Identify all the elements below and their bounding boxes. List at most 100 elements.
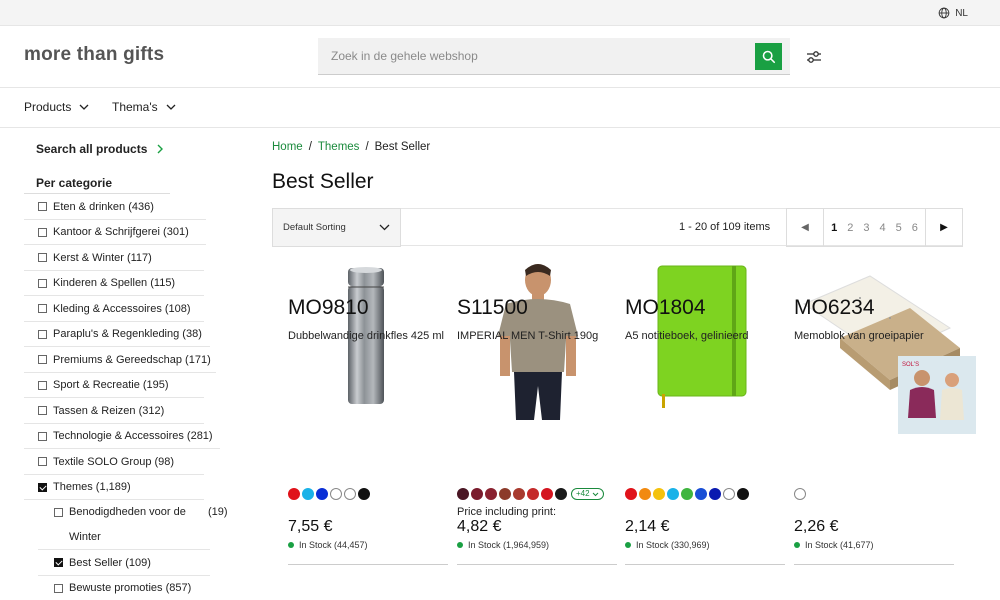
color-swatch[interactable] xyxy=(513,488,525,500)
color-swatch[interactable] xyxy=(485,488,497,500)
category-item[interactable]: Paraplu's & Regenkleding (38) xyxy=(24,322,244,348)
subcategory-count: (19) xyxy=(208,506,228,518)
color-swatch[interactable] xyxy=(316,488,328,500)
search-button[interactable] xyxy=(755,43,782,70)
subcategory-item[interactable]: Bewuste promoties (857) xyxy=(24,576,244,600)
page-number-current[interactable]: 1 xyxy=(831,222,837,234)
divider xyxy=(794,564,954,565)
chevron-down-icon xyxy=(379,224,390,231)
sort-dropdown[interactable]: Default Sorting xyxy=(272,208,401,247)
checkbox[interactable] xyxy=(38,227,47,237)
search-input[interactable] xyxy=(318,38,754,74)
product-code[interactable]: S11500 xyxy=(457,296,528,320)
checkbox[interactable] xyxy=(38,380,47,390)
page-number[interactable]: 6 xyxy=(912,222,918,234)
category-item[interactable]: Themes (1,189) xyxy=(24,475,244,501)
page-number[interactable]: 4 xyxy=(880,222,886,234)
checkbox[interactable] xyxy=(38,406,47,416)
color-swatch[interactable] xyxy=(653,488,665,500)
subcategory-item[interactable]: Best Seller (109) xyxy=(24,550,244,576)
language-label: NL xyxy=(955,7,968,19)
color-swatch[interactable] xyxy=(457,488,469,500)
checkbox[interactable] xyxy=(38,202,47,212)
category-item[interactable]: Technologie & Accessoires (281) xyxy=(24,424,244,450)
chevron-right-icon xyxy=(157,144,164,154)
nav-themes-label: Thema's xyxy=(112,100,158,114)
color-swatch[interactable] xyxy=(723,488,735,500)
color-swatch[interactable] xyxy=(709,488,721,500)
next-page-button[interactable]: ▶ xyxy=(925,209,962,246)
checkbox[interactable] xyxy=(54,583,63,593)
category-item[interactable]: Tassen & Reizen (312) xyxy=(24,398,244,424)
checkbox-checked[interactable] xyxy=(38,482,47,492)
color-swatch[interactable] xyxy=(681,488,693,500)
color-swatch[interactable] xyxy=(667,488,679,500)
product-image-memoblock[interactable]: SOL'S xyxy=(800,268,980,438)
color-swatch[interactable] xyxy=(541,488,553,500)
color-swatch[interactable] xyxy=(737,488,749,500)
color-swatch[interactable] xyxy=(471,488,483,500)
nav-products[interactable]: Products xyxy=(24,100,89,114)
search-all-products-link[interactable]: Search all products xyxy=(36,142,164,156)
color-swatch[interactable] xyxy=(302,488,314,500)
breadcrumb-themes[interactable]: Themes xyxy=(318,141,360,153)
filter-settings-button[interactable] xyxy=(805,48,823,66)
logo[interactable]: more than gifts xyxy=(24,44,164,66)
category-item[interactable]: Kerst & Winter (117) xyxy=(24,245,244,271)
more-colors-button[interactable]: +42 xyxy=(571,488,604,500)
product-code[interactable]: MO6234 xyxy=(794,296,875,320)
prev-page-button[interactable]: ◀ xyxy=(787,209,824,246)
checkbox[interactable] xyxy=(38,431,47,441)
subcategory-label: Benodigdheden voor de Winter xyxy=(69,506,186,543)
page-number[interactable]: 3 xyxy=(863,222,869,234)
color-swatch[interactable] xyxy=(527,488,539,500)
color-swatches xyxy=(288,488,370,500)
product-name[interactable]: IMPERIAL MEN T-Shirt 190g xyxy=(457,329,613,344)
category-item[interactable]: Kinderen & Spellen (115) xyxy=(24,271,244,297)
per-category-heading: Per categorie xyxy=(36,176,113,190)
category-item[interactable]: Sport & Recreatie (195) xyxy=(24,373,244,399)
category-item[interactable]: Kantoor & Schrijfgerei (301) xyxy=(24,220,244,246)
breadcrumb-home[interactable]: Home xyxy=(272,141,303,153)
subcategory-item[interactable]: Benodigdheden voor de Winter (19) xyxy=(24,500,244,550)
in-stock-dot-icon xyxy=(625,542,631,548)
color-swatch[interactable] xyxy=(330,488,342,500)
checkbox[interactable] xyxy=(54,508,63,517)
product-name[interactable]: A5 notitieboek, gelinieerd xyxy=(625,329,781,344)
checkbox[interactable] xyxy=(38,457,47,467)
checkbox[interactable] xyxy=(38,278,47,288)
color-swatch[interactable] xyxy=(499,488,511,500)
color-swatch[interactable] xyxy=(625,488,637,500)
category-label: Kerst & Winter (117) xyxy=(53,251,152,264)
product-name[interactable]: Memoblok van groeipapier xyxy=(794,329,954,344)
language-selector[interactable]: NL xyxy=(938,7,968,19)
category-item[interactable]: Eten & drinken (436) xyxy=(24,194,244,220)
category-item[interactable]: Textile SOLO Group (98) xyxy=(24,449,244,475)
caret-left-icon: ◀ xyxy=(801,222,809,233)
pagination: ◀ 1 2 3 4 5 6 ▶ xyxy=(786,208,963,247)
category-item[interactable]: Kleding & Accessoires (108) xyxy=(24,296,244,322)
in-stock-dot-icon xyxy=(794,542,800,548)
product-code[interactable]: MO1804 xyxy=(625,296,706,320)
product-name[interactable]: Dubbelwandige drinkfles 425 ml xyxy=(288,329,444,344)
checkbox[interactable] xyxy=(38,329,47,339)
color-swatch[interactable] xyxy=(639,488,651,500)
color-swatch[interactable] xyxy=(794,488,806,500)
color-swatch[interactable] xyxy=(695,488,707,500)
category-item[interactable]: Premiums & Gereedschap (171) xyxy=(24,347,244,373)
top-bar: NL xyxy=(0,0,1000,26)
page-number[interactable]: 2 xyxy=(847,222,853,234)
checkbox[interactable] xyxy=(38,253,47,263)
checkbox[interactable] xyxy=(38,304,47,314)
color-swatch[interactable] xyxy=(358,488,370,500)
nav-themes[interactable]: Thema's xyxy=(112,100,176,114)
page-number[interactable]: 5 xyxy=(896,222,902,234)
color-swatch[interactable] xyxy=(555,488,567,500)
stock-status: In Stock (1,964,959) xyxy=(457,540,549,550)
checkbox-checked[interactable] xyxy=(54,558,63,568)
category-label: Kleding & Accessoires (108) xyxy=(53,302,191,315)
checkbox[interactable] xyxy=(38,355,47,365)
color-swatch[interactable] xyxy=(288,488,300,500)
product-code[interactable]: MO9810 xyxy=(288,296,369,320)
color-swatch[interactable] xyxy=(344,488,356,500)
